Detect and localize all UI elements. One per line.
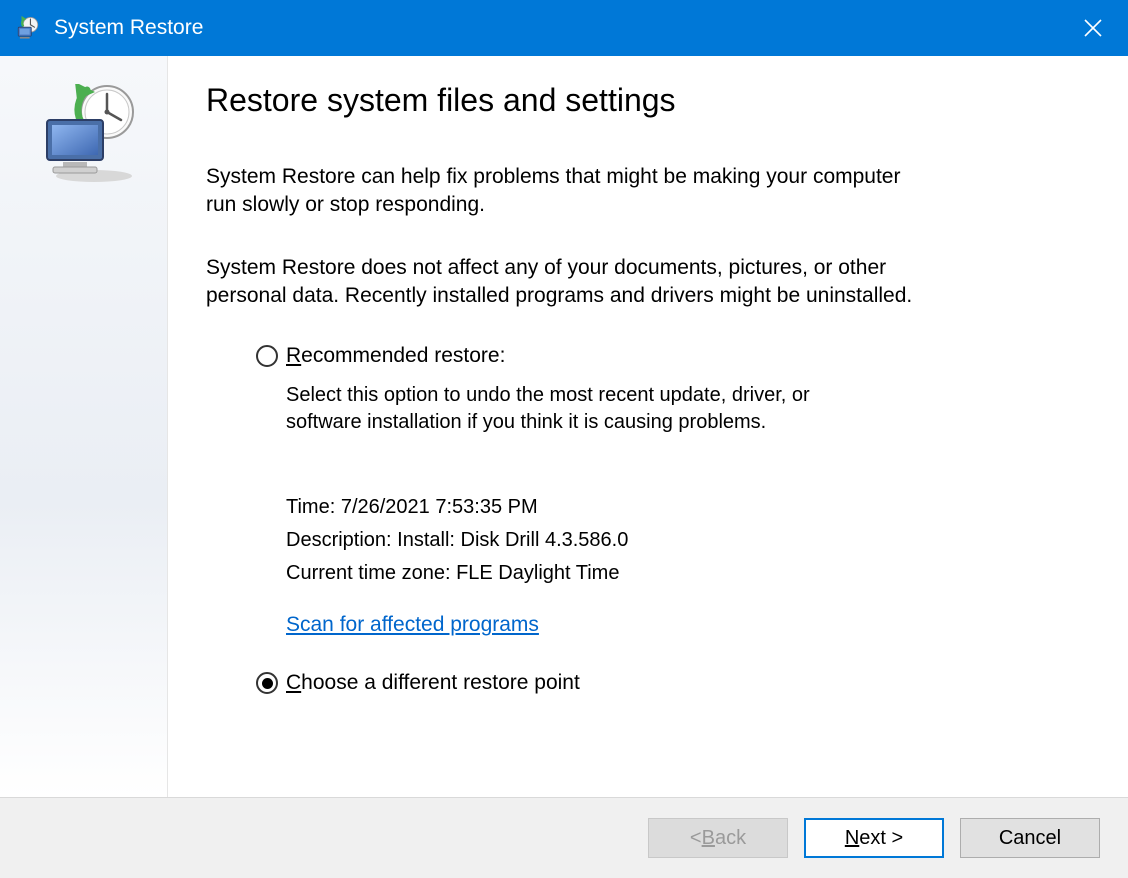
wizard-body: Restore system files and settings System… (0, 56, 1128, 798)
wizard-sidebar (0, 56, 168, 797)
page-heading: Restore system files and settings (206, 82, 1090, 119)
system-restore-hero-icon (29, 84, 139, 184)
radio-recommended-row[interactable]: Recommended restore: (256, 344, 1090, 368)
radio-recommended-label: Recommended restore: (286, 344, 505, 368)
recommended-description: Select this option to undo the most rece… (286, 382, 866, 436)
scan-affected-programs-link[interactable]: Scan for affected programs (286, 613, 539, 637)
radio-recommended[interactable] (256, 345, 278, 367)
cancel-button[interactable]: Cancel (960, 818, 1100, 858)
window-title: System Restore (54, 16, 203, 40)
recommended-details: Time: 7/26/2021 7:53:35 PM Description: … (286, 496, 1090, 637)
intro-paragraph-1: System Restore can help fix problems tha… (206, 163, 926, 220)
restore-options: Recommended restore: Select this option … (256, 344, 1090, 695)
intro-paragraph-2: System Restore does not affect any of yo… (206, 254, 926, 311)
system-restore-icon (14, 14, 42, 42)
back-button: < Back (648, 818, 788, 858)
detail-time: Time: 7/26/2021 7:53:35 PM (286, 496, 1090, 519)
titlebar: System Restore (0, 0, 1128, 56)
wizard-footer: < Back Next > Cancel (0, 798, 1128, 878)
radio-different-label: Choose a different restore point (286, 671, 580, 695)
detail-timezone: Current time zone: FLE Daylight Time (286, 562, 1090, 585)
next-button[interactable]: Next > (804, 818, 944, 858)
radio-different-row[interactable]: Choose a different restore point (256, 671, 1090, 695)
wizard-content: Restore system files and settings System… (168, 56, 1128, 797)
detail-description: Description: Install: Disk Drill 4.3.586… (286, 529, 1090, 552)
option-different: Choose a different restore point (256, 671, 1090, 695)
radio-different[interactable] (256, 672, 278, 694)
option-recommended: Recommended restore: Select this option … (256, 344, 1090, 637)
close-button[interactable] (1058, 0, 1128, 56)
